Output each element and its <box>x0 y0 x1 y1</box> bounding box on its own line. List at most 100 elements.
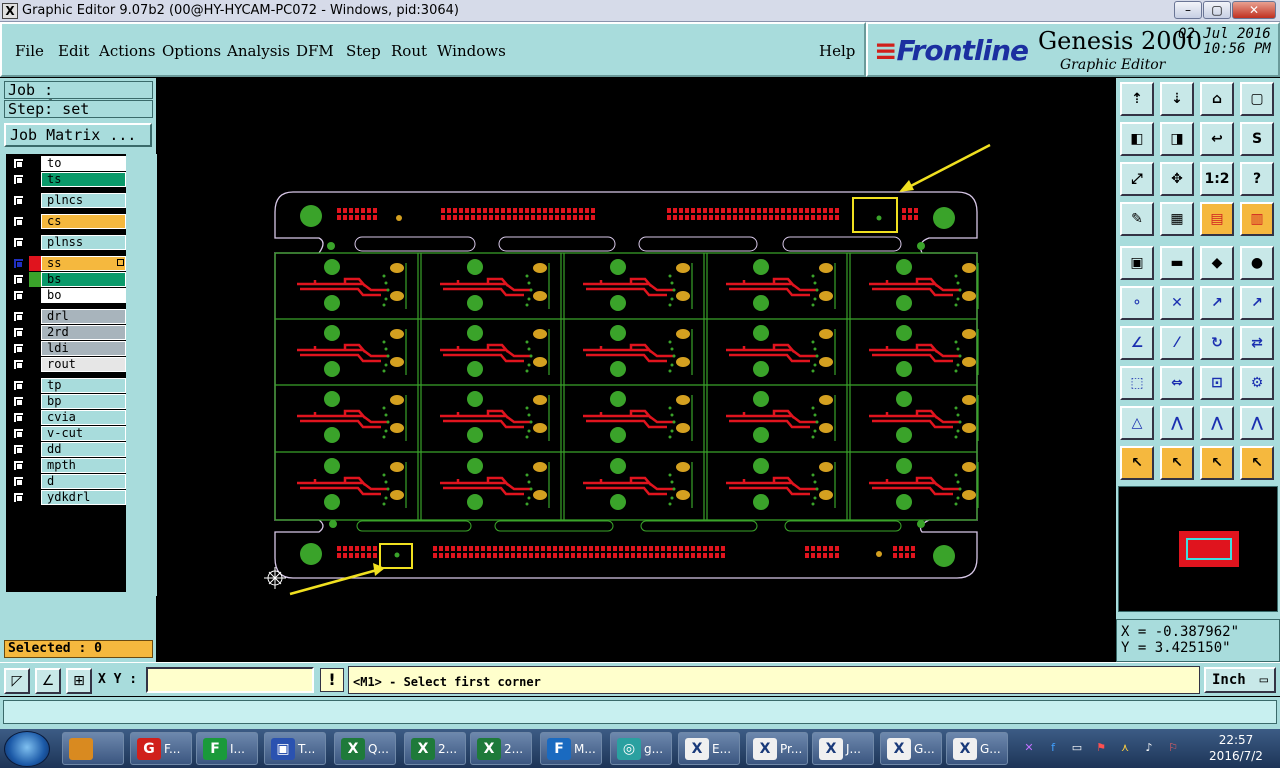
layer-row-tp[interactable]: tp <box>8 378 128 393</box>
menu-options[interactable]: Options <box>162 42 221 60</box>
layer-row-ss[interactable]: ss <box>8 256 128 271</box>
layer-checkbox[interactable] <box>13 428 24 439</box>
home-up-icon[interactable]: ⇡ <box>1120 82 1154 116</box>
taskbar-button[interactable]: ▣ T... <box>264 732 326 765</box>
select2-icon[interactable]: ↖ <box>1160 446 1194 480</box>
start-button[interactable] <box>4 731 50 767</box>
layer-name[interactable]: bo <box>41 288 126 303</box>
layer-checkbox[interactable] <box>13 158 24 169</box>
unit-selector[interactable]: Inch ▭ <box>1204 667 1276 693</box>
redraw-icon[interactable]: S <box>1240 122 1274 156</box>
layer-color-swatch[interactable] <box>29 426 41 441</box>
layer-color-swatch[interactable] <box>29 272 41 287</box>
layer-checkbox[interactable] <box>13 216 24 227</box>
grid-icon[interactable]: ▦ <box>1160 202 1194 236</box>
tray-action-icon[interactable]: ⚐ <box>1166 741 1180 755</box>
triangle2-icon[interactable]: ⋀ <box>1160 406 1194 440</box>
layer-checkbox[interactable] <box>13 444 24 455</box>
layer-row-ydkdrl[interactable]: ydkdrl <box>8 490 128 505</box>
layer-scrollbar[interactable] <box>129 154 157 596</box>
select3-icon[interactable]: ↖ <box>1200 446 1234 480</box>
layer-color-swatch[interactable] <box>29 172 41 187</box>
layer-row-mpth[interactable]: mpth <box>8 458 128 473</box>
layer-checkbox[interactable] <box>13 492 24 503</box>
zoom-in-icon[interactable]: ◧ <box>1120 122 1154 156</box>
cross-icon[interactable]: ✕ <box>1160 286 1194 320</box>
zoom-ratio-icon[interactable]: ↩ <box>1200 122 1234 156</box>
layer-name[interactable]: cs <box>41 214 126 229</box>
layer-checkbox[interactable] <box>13 274 24 285</box>
layer-row-cs[interactable]: cs <box>8 214 128 229</box>
menu-analysis[interactable]: Analysis <box>227 42 290 60</box>
layer-row-2rd[interactable]: 2rd <box>8 325 128 340</box>
layer-row-ldi[interactable]: ldi <box>8 341 128 356</box>
taskbar-button[interactable]: X 2... <box>404 732 466 765</box>
layer-checkbox[interactable] <box>13 396 24 407</box>
menu-file[interactable]: File <box>15 42 44 60</box>
taskbar-button[interactable] <box>62 732 124 765</box>
select4-icon[interactable]: ↖ <box>1240 446 1274 480</box>
mirror-icon[interactable]: ⇄ <box>1240 326 1274 360</box>
taskbar-button[interactable]: X Q... <box>334 732 396 765</box>
taskbar-button[interactable]: X 2... <box>470 732 532 765</box>
layer-color-swatch[interactable] <box>29 256 41 271</box>
angle-tool-button[interactable]: ∠ <box>35 668 61 694</box>
taskbar-button[interactable]: F M... <box>540 732 602 765</box>
layer-color-swatch[interactable] <box>29 309 41 324</box>
layer-color-swatch[interactable] <box>29 235 41 250</box>
minimize-button[interactable]: – <box>1174 1 1202 19</box>
layer-color-swatch[interactable] <box>29 458 41 473</box>
rotate-icon[interactable]: ↻ <box>1200 326 1234 360</box>
layer-name[interactable]: bp <box>41 394 126 409</box>
taskbar-button[interactable]: X J... <box>812 732 874 765</box>
layer-name[interactable]: d <box>41 474 126 489</box>
layer-name[interactable]: bs <box>41 272 126 287</box>
circle-icon[interactable]: ● <box>1240 246 1274 280</box>
pad-icon[interactable]: ◆ <box>1200 246 1234 280</box>
taskbar-button[interactable]: X E... <box>678 732 740 765</box>
job-matrix-button[interactable]: Job Matrix ... <box>4 123 152 147</box>
taskbar-button[interactable]: X G... <box>880 732 942 765</box>
layer-name[interactable]: ydkdrl <box>41 490 126 505</box>
layer-row-plncs[interactable]: plncs <box>8 193 128 208</box>
shape-icon[interactable]: ⚙ <box>1240 366 1274 400</box>
ratio-icon[interactable]: 1:2 <box>1200 162 1234 196</box>
layer-color-swatch[interactable] <box>29 394 41 409</box>
graphic-canvas[interactable] <box>157 80 1115 662</box>
layer-name[interactable]: ts <box>41 172 126 187</box>
menu-step[interactable]: Step <box>346 42 381 60</box>
layer-name[interactable]: ldi <box>41 341 126 356</box>
layer-row-dd[interactable]: dd <box>8 442 128 457</box>
layer-name[interactable]: cvia <box>41 410 126 425</box>
maximize-button[interactable]: ▢ <box>1203 1 1231 19</box>
layer-color-swatch[interactable] <box>29 442 41 457</box>
help-icon[interactable]: ? <box>1240 162 1274 196</box>
layer-name[interactable]: tp <box>41 378 126 393</box>
tray-x-icon[interactable]: ✕ <box>1022 741 1036 755</box>
layer-color-swatch[interactable] <box>29 357 41 372</box>
layer-checkbox[interactable] <box>13 460 24 471</box>
layer-color-swatch[interactable] <box>29 341 41 356</box>
layer-name[interactable]: 2rd <box>41 325 126 340</box>
tray-flag-icon[interactable]: ⚑ <box>1094 741 1108 755</box>
tray-f-icon[interactable]: f <box>1046 741 1060 755</box>
measure-icon[interactable]: ▣ <box>1120 246 1154 280</box>
fit-icon[interactable]: ⤢ <box>1120 162 1154 196</box>
menu-dfm[interactable]: DFM <box>296 42 334 60</box>
angle-icon[interactable]: ∠ <box>1120 326 1154 360</box>
layer-color-swatch[interactable] <box>29 474 41 489</box>
layer-checkbox[interactable] <box>13 258 24 269</box>
layer-name[interactable]: rout <box>41 357 126 372</box>
clock[interactable]: 22:57 2016/7/2 <box>1196 732 1276 764</box>
layer-checkbox[interactable] <box>13 174 24 185</box>
layer-name[interactable]: v-cut <box>41 426 126 441</box>
layer-row-v-cut[interactable]: v-cut <box>8 426 128 441</box>
layer-checkbox[interactable] <box>13 327 24 338</box>
layer-row-plnss[interactable]: plnss <box>8 235 128 250</box>
taskbar-button[interactable]: X Pr... <box>746 732 808 765</box>
layer2-icon[interactable]: ▥ <box>1240 202 1274 236</box>
layer-row-d[interactable]: d <box>8 474 128 489</box>
polygon2-icon[interactable]: ⋀ <box>1240 406 1274 440</box>
pan-icon[interactable]: ✥ <box>1160 162 1194 196</box>
layer-row-bs[interactable]: bs <box>8 272 128 287</box>
